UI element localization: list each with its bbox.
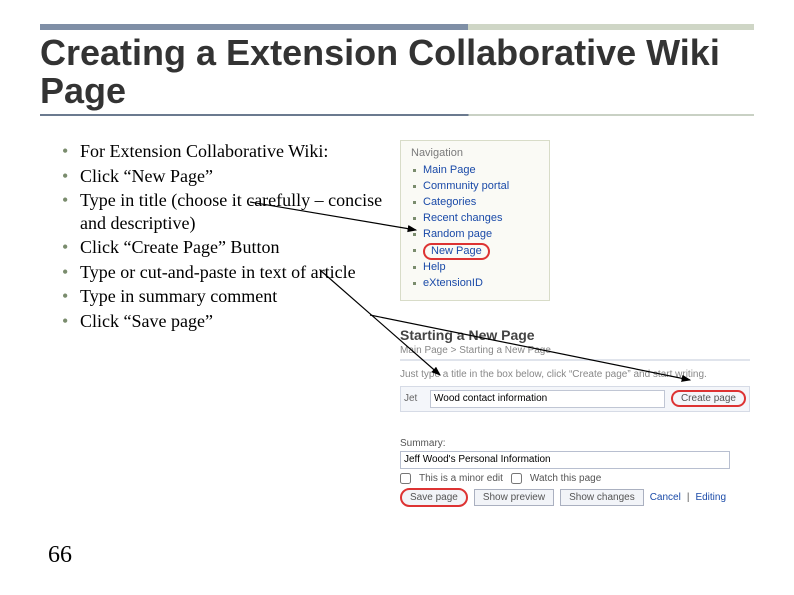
show-preview-button[interactable]: Show preview: [474, 489, 554, 506]
nav-link[interactable]: Help: [423, 261, 446, 273]
slide-title: Creating a Extension Collaborative Wiki …: [40, 34, 754, 110]
bullet-item: Type or cut-and-paste in text of article: [60, 261, 400, 284]
start-instruction: Just type a title in the box below, clic…: [400, 369, 750, 380]
bullet-item: For Extension Collaborative Wiki:: [60, 140, 400, 163]
nav-link[interactable]: Community portal: [423, 180, 509, 192]
nav-link[interactable]: Random page: [423, 228, 492, 240]
title-input[interactable]: [430, 390, 665, 408]
nav-link[interactable]: eXtensionID: [423, 277, 483, 289]
slide: Creating a Extension Collaborative Wiki …: [0, 0, 794, 595]
screenshots-column: Navigation Main Page Community portal Ca…: [400, 140, 750, 507]
nav-item: Help: [409, 260, 541, 276]
summary-label: Summary:: [400, 438, 750, 449]
nav-link[interactable]: Recent changes: [423, 212, 503, 224]
nav-screenshot: Navigation Main Page Community portal Ca…: [400, 140, 550, 301]
nav-item: Recent changes: [409, 211, 541, 227]
create-page-row: Jet Create page: [400, 386, 750, 412]
checkbox-row: This is a minor edit Watch this page: [400, 473, 750, 484]
field-label: Jet: [404, 393, 424, 404]
create-page-button[interactable]: Create page: [671, 390, 746, 407]
nav-item: Main Page: [409, 163, 541, 179]
bullet-item: Type in title (choose it carefully – con…: [60, 189, 400, 234]
nav-item: eXtensionID: [409, 276, 541, 292]
bullet-item: Type in summary comment: [60, 285, 400, 308]
breadcrumb: Main Page > Starting a New Page: [400, 345, 750, 356]
nav-heading: Navigation: [411, 147, 541, 159]
top-rule: [40, 24, 754, 30]
editing-link[interactable]: Editing: [695, 492, 726, 503]
page-number: 66: [48, 542, 72, 569]
bullet-list-container: For Extension Collaborative Wiki: Click …: [60, 140, 400, 334]
nav-link-highlighted[interactable]: New Page: [423, 243, 490, 260]
start-page-screenshot: Starting a New Page Main Page > Starting…: [400, 327, 750, 412]
nav-item: Community portal: [409, 179, 541, 195]
show-changes-button[interactable]: Show changes: [560, 489, 644, 506]
nav-link[interactable]: New Page: [431, 245, 482, 257]
divider: [400, 359, 750, 361]
save-page-button[interactable]: Save page: [400, 488, 468, 507]
nav-item: Categories: [409, 195, 541, 211]
watch-page-checkbox[interactable]: [511, 473, 522, 484]
summary-screenshot: Summary: This is a minor edit Watch this…: [400, 438, 750, 507]
cancel-link[interactable]: Cancel: [650, 492, 681, 503]
start-heading: Starting a New Page: [400, 327, 750, 343]
minor-edit-label: This is a minor edit: [419, 473, 503, 484]
minor-edit-checkbox[interactable]: [400, 473, 411, 484]
title-underline: [40, 114, 754, 116]
watch-page-label: Watch this page: [530, 473, 601, 484]
nav-link[interactable]: Main Page: [423, 164, 476, 176]
bullet-list: For Extension Collaborative Wiki: Click …: [60, 140, 400, 332]
bullet-item: Click “Create Page” Button: [60, 236, 400, 259]
nav-item: New Page: [409, 243, 541, 260]
summary-input[interactable]: [400, 451, 730, 469]
button-row: Save page Show preview Show changes Canc…: [400, 488, 750, 507]
nav-item: Random page: [409, 227, 541, 243]
bullet-item: Click “New Page”: [60, 165, 400, 188]
bullet-item: Click “Save page”: [60, 310, 400, 333]
nav-link[interactable]: Categories: [423, 196, 476, 208]
